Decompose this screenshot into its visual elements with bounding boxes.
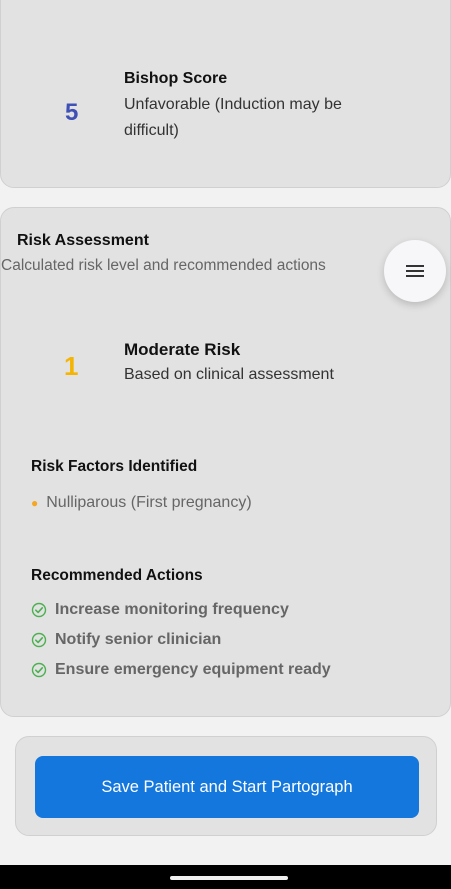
recommended-action-label: Ensure emergency equipment ready	[55, 661, 331, 678]
bishop-score-value: 5	[65, 99, 79, 126]
risk-factors-title: Risk Factors Identified	[31, 458, 198, 475]
risk-assessment-card: Risk Assessment Calculated risk level an…	[0, 207, 451, 717]
bullet-dot-icon: ●	[31, 496, 39, 510]
risk-assessment-subtitle: Calculated risk level and recommended ac…	[1, 257, 326, 274]
hamburger-menu-icon	[406, 262, 424, 280]
risk-level-description: Based on clinical assessment	[124, 366, 334, 383]
home-gesture-handle[interactable]	[170, 876, 288, 880]
save-patient-button[interactable]: Save Patient and Start Partograph	[35, 756, 419, 818]
recommended-action-item: Ensure emergency equipment ready	[31, 661, 331, 679]
recommended-actions-title: Recommended Actions	[31, 567, 203, 584]
recommended-action-label: Notify senior clinician	[55, 631, 222, 648]
risk-factor-label: Nulliparous (First pregnancy)	[46, 494, 252, 511]
check-badge-icon	[31, 662, 47, 678]
bishop-score-title: Bishop Score	[124, 70, 228, 87]
recommended-action-label: Increase monitoring frequency	[55, 601, 289, 618]
bishop-score-card: 5 Bishop Score Unfavorable (Induction ma…	[0, 0, 451, 188]
system-navigation-bar	[0, 865, 451, 889]
save-section: Save Patient and Start Partograph	[15, 736, 437, 836]
risk-level-title: Moderate Risk	[124, 340, 241, 359]
check-badge-icon	[31, 632, 47, 648]
bishop-score-description: Unfavorable (Induction may be difficult)	[124, 96, 342, 139]
page: 5 Bishop Score Unfavorable (Induction ma…	[0, 0, 451, 889]
risk-assessment-title: Risk Assessment	[17, 232, 149, 249]
check-badge-icon	[31, 602, 47, 618]
recommended-action-item: Increase monitoring frequency	[31, 601, 289, 619]
recommended-action-item: Notify senior clinician	[31, 631, 221, 649]
risk-factor-item: ● Nulliparous (First pregnancy)	[31, 494, 252, 512]
menu-button[interactable]	[384, 240, 446, 302]
risk-level-number: 1	[64, 351, 79, 381]
